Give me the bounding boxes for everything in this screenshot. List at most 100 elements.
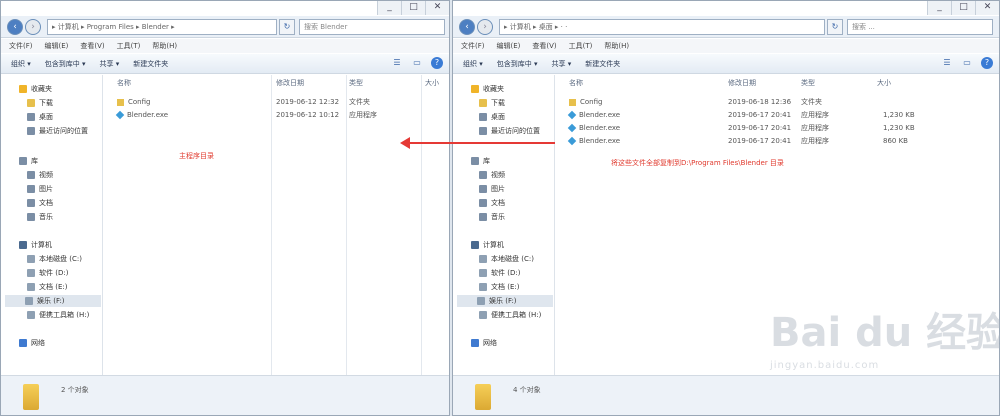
column-header-size[interactable]: 大小 — [877, 78, 891, 88]
menu-view[interactable]: 查看(V) — [80, 39, 104, 53]
sidebar-item-desktop[interactable]: 桌面 — [479, 111, 505, 123]
menu-edit[interactable]: 编辑(E) — [497, 39, 521, 53]
file-row[interactable]: Blender.exe 2019-06-17 20:41 应用程序 1,230 … — [567, 110, 915, 121]
view-options-icon[interactable]: ☰ — [391, 57, 403, 69]
menu-file[interactable]: 文件(F) — [9, 39, 33, 53]
sidebar-item-downloads[interactable]: 下载 — [27, 97, 53, 109]
sidebar-item-libraries[interactable]: 库 — [19, 155, 38, 167]
sidebar-item-libraries[interactable]: 库 — [471, 155, 490, 167]
sidebar-item-network[interactable]: 网络 — [19, 337, 45, 349]
sidebar-item-computer[interactable]: 计算机 — [19, 239, 52, 251]
share-button[interactable]: 共享 ▾ — [100, 54, 120, 73]
sidebar-item-favorites[interactable]: 收藏夹 — [471, 83, 504, 95]
menu-file[interactable]: 文件(F) — [461, 39, 485, 53]
folder-icon — [569, 98, 576, 106]
sidebar-item-desktop[interactable]: 桌面 — [27, 111, 53, 123]
include-in-library-button[interactable]: 包含到库中 ▾ — [497, 54, 538, 73]
address-bar[interactable]: ▸ 计算机 ▸ 桌面 ▸ · · — [499, 19, 825, 35]
share-button[interactable]: 共享 ▾ — [552, 54, 572, 73]
address-bar[interactable]: ▸ 计算机 ▸ Program Files ▸ Blender ▸ — [47, 19, 277, 35]
maximize-button[interactable]: □ — [401, 1, 425, 15]
sidebar-item-drive-c[interactable]: 本地磁盘 (C:) — [479, 253, 534, 265]
sidebar-item-recent[interactable]: 最近访问的位置 — [479, 125, 540, 137]
search-input[interactable]: 搜索 ... — [847, 19, 993, 35]
sidebar-item-music[interactable]: 音乐 — [27, 211, 53, 223]
organize-button[interactable]: 组织 ▾ — [11, 54, 31, 73]
sidebar-item-videos[interactable]: 视频 — [479, 169, 505, 181]
forward-icon[interactable]: › — [477, 19, 493, 35]
view-options-icon[interactable]: ☰ — [941, 57, 953, 69]
drive-icon — [479, 269, 487, 277]
menu-help[interactable]: 帮助(H) — [604, 39, 629, 53]
sidebar-item-drive-h[interactable]: 便携工具箱 (H:) — [27, 309, 89, 321]
file-row[interactable]: Config 2019-06-12 12:32 文件夹 — [117, 97, 437, 108]
file-row[interactable]: Blender.exe 2019-06-17 20:41 应用程序 860 KB — [567, 136, 909, 147]
preview-pane-icon[interactable]: ▭ — [961, 57, 973, 69]
organize-button[interactable]: 组织 ▾ — [463, 54, 483, 73]
help-icon[interactable]: ? — [981, 57, 993, 69]
annotation-main-dir: 主程序目录 — [179, 152, 214, 160]
help-icon[interactable]: ? — [431, 57, 443, 69]
music-icon — [479, 213, 487, 221]
back-icon[interactable]: ‹ — [7, 19, 23, 35]
sidebar-item-documents[interactable]: 文档 — [479, 197, 505, 209]
column-header-date[interactable]: 修改日期 — [276, 78, 304, 88]
include-in-library-button[interactable]: 包含到库中 ▾ — [45, 54, 86, 73]
file-row[interactable]: Config 2019-06-18 12:36 文件夹 — [569, 97, 909, 108]
file-row[interactable]: Blender.exe 2019-06-12 10:12 应用程序 — [115, 110, 437, 121]
menu-help[interactable]: 帮助(H) — [152, 39, 177, 53]
music-icon — [27, 213, 35, 221]
sidebar-item-pictures[interactable]: 图片 — [27, 183, 53, 195]
sidebar-item-drive-c[interactable]: 本地磁盘 (C:) — [27, 253, 82, 265]
back-icon[interactable]: ‹ — [459, 19, 475, 35]
recent-places-icon — [479, 127, 487, 135]
menu-edit[interactable]: 编辑(E) — [45, 39, 69, 53]
column-header-name[interactable]: 名称 — [117, 78, 131, 88]
menu-view[interactable]: 查看(V) — [532, 39, 556, 53]
sidebar-item-drive-e[interactable]: 文档 (E:) — [27, 281, 67, 293]
sidebar-item-drive-f[interactable]: 娱乐 (F:) — [5, 295, 101, 307]
sidebar-item-music[interactable]: 音乐 — [479, 211, 505, 223]
left-explorer-window: _ □ ✕ ‹ › ▸ 计算机 ▸ Program Files ▸ Blende… — [0, 0, 450, 416]
column-header-name[interactable]: 名称 — [569, 78, 583, 88]
new-folder-button[interactable]: 新建文件夹 — [585, 54, 620, 73]
file-row[interactable]: Blender.exe 2019-06-17 20:41 应用程序 1,230 … — [567, 123, 915, 134]
minimize-button[interactable]: _ — [927, 1, 951, 15]
column-header-date[interactable]: 修改日期 — [728, 78, 756, 88]
maximize-button[interactable]: □ — [951, 1, 975, 15]
computer-icon — [19, 241, 27, 249]
sidebar-item-drive-h[interactable]: 便携工具箱 (H:) — [479, 309, 541, 321]
menu-bar: 文件(F) 编辑(E) 查看(V) 工具(T) 帮助(H) — [453, 39, 999, 53]
menu-tools[interactable]: 工具(T) — [117, 39, 141, 53]
new-folder-button[interactable]: 新建文件夹 — [133, 54, 168, 73]
minimize-button[interactable]: _ — [377, 1, 401, 15]
refresh-icon[interactable]: ↻ — [279, 19, 295, 35]
sidebar-item-drive-d[interactable]: 软件 (D:) — [479, 267, 520, 279]
sidebar-item-network[interactable]: 网络 — [471, 337, 497, 349]
sidebar-item-pictures[interactable]: 图片 — [479, 183, 505, 195]
column-header-type[interactable]: 类型 — [801, 78, 815, 88]
sidebar-item-drive-d[interactable]: 软件 (D:) — [27, 267, 68, 279]
download-folder-icon — [479, 99, 487, 107]
forward-icon[interactable]: › — [25, 19, 41, 35]
drive-icon — [27, 269, 35, 277]
baidu-watermark: Bai du 经验 jingyan.baidu.com — [770, 310, 1000, 371]
menu-tools[interactable]: 工具(T) — [569, 39, 593, 53]
sidebar-item-favorites[interactable]: 收藏夹 — [19, 83, 52, 95]
preview-pane-icon[interactable]: ▭ — [411, 57, 423, 69]
refresh-icon[interactable]: ↻ — [827, 19, 843, 35]
search-input[interactable]: 搜索 Blender — [299, 19, 445, 35]
column-header-size[interactable]: 大小 — [425, 78, 439, 88]
sidebar-item-recent[interactable]: 最近访问的位置 — [27, 125, 88, 137]
close-button[interactable]: ✕ — [425, 1, 449, 15]
sidebar-item-computer[interactable]: 计算机 — [471, 239, 504, 251]
close-button[interactable]: ✕ — [975, 1, 999, 15]
column-divider — [346, 75, 347, 375]
sidebar-item-downloads[interactable]: 下载 — [479, 97, 505, 109]
sidebar-item-documents[interactable]: 文档 — [27, 197, 53, 209]
column-header-type[interactable]: 类型 — [349, 78, 363, 88]
folder-large-icon — [23, 384, 39, 410]
sidebar-item-videos[interactable]: 视频 — [27, 169, 53, 181]
sidebar-item-drive-e[interactable]: 文档 (E:) — [479, 281, 519, 293]
sidebar-item-drive-f[interactable]: 娱乐 (F:) — [457, 295, 553, 307]
